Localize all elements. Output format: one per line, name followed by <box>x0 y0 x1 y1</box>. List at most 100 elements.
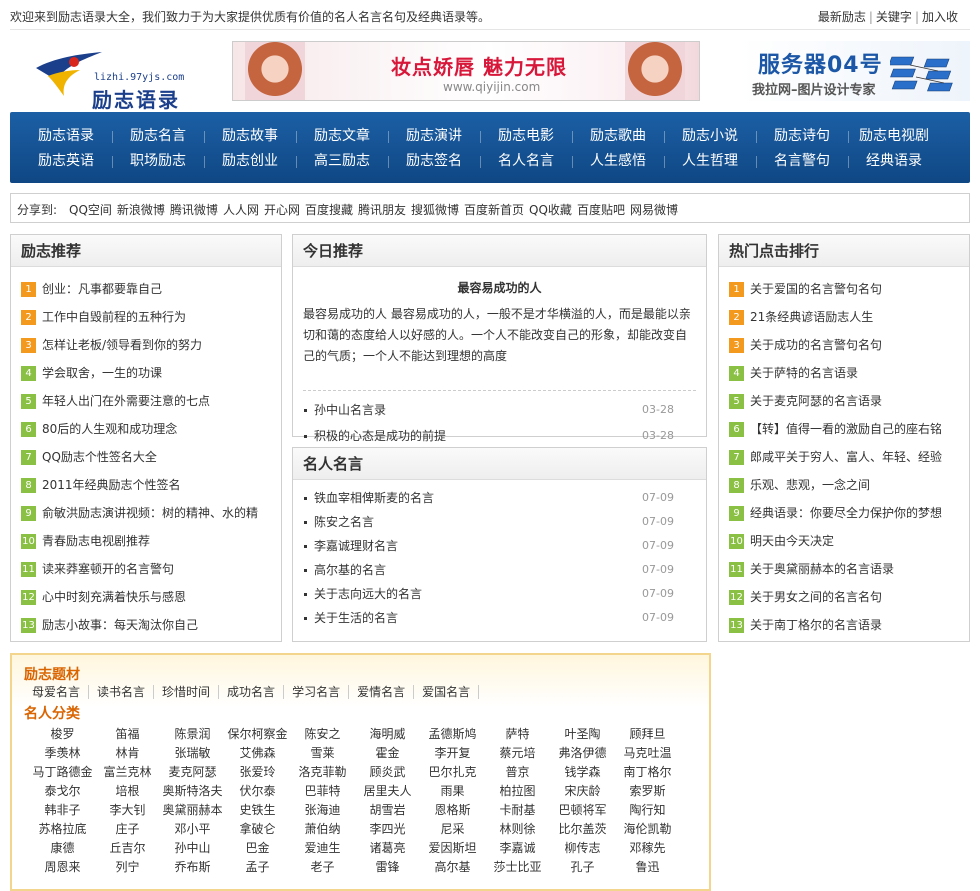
person-link[interactable]: 巴菲特 <box>290 782 355 801</box>
list-item[interactable]: 13 关于南丁格尔的名言语录 <box>729 611 969 639</box>
share-link[interactable]: 百度新首页 <box>464 203 524 217</box>
list-item-link[interactable]: 积极的心态是成功的前提 <box>314 429 446 443</box>
list-item[interactable]: 7 郎咸平关于穷人、富人、年轻、经验 <box>729 443 969 471</box>
keywords-link[interactable]: 关键字 <box>876 10 912 24</box>
list-item[interactable]: 3 怎样让老板/领导看到你的努力 <box>21 331 281 359</box>
list-item-link[interactable]: 怎样让老板/领导看到你的努力 <box>42 338 202 352</box>
person-link[interactable]: 柳传志 <box>550 839 615 858</box>
share-link[interactable]: 搜狐微博 <box>411 203 459 217</box>
topic-link[interactable]: 读书名言 <box>89 685 155 699</box>
topic-link[interactable]: 爱情名言 <box>349 685 415 699</box>
share-link[interactable]: QQ收藏 <box>529 203 572 217</box>
server-ad-banner[interactable]: 服务器04号 我拉网–图片设计专家 <box>740 41 970 101</box>
list-item-link[interactable]: 工作中自毁前程的五种行为 <box>42 310 186 324</box>
list-item[interactable]: 10 青春励志电视剧推荐 <box>21 527 281 555</box>
list-item-link[interactable]: 创业：凡事都要靠自己 <box>42 282 162 296</box>
person-link[interactable]: 孟德斯鸠 <box>420 725 485 744</box>
topic-link[interactable]: 母爱名言 <box>32 685 90 699</box>
person-link[interactable]: 丘吉尔 <box>95 839 160 858</box>
person-link[interactable]: 李大钊 <box>95 801 160 820</box>
person-link[interactable]: 邓小平 <box>160 820 225 839</box>
list-item-link[interactable]: 心中时刻充满着快乐与感恩 <box>42 590 186 604</box>
nav-item[interactable]: 经典语录 <box>848 149 940 174</box>
person-link[interactable]: 孙中山 <box>160 839 225 858</box>
nav-item[interactable]: 励志名言 <box>112 124 204 149</box>
list-item-link[interactable]: 读来莽塞顿开的名言警句 <box>42 562 174 576</box>
list-item[interactable]: 高尔基的名言 07-09 <box>303 558 696 582</box>
list-item[interactable]: 9 俞敏洪励志演讲视频：树的精神、水的精 <box>21 499 281 527</box>
person-link[interactable]: 卡耐基 <box>485 801 550 820</box>
person-link[interactable]: 鲁迅 <box>615 858 680 877</box>
today-headline[interactable]: 最容易成功的人 <box>293 279 706 296</box>
person-link[interactable]: 陈景润 <box>160 725 225 744</box>
list-item[interactable]: 3 关于成功的名言警句名句 <box>729 331 969 359</box>
nav-item[interactable]: 励志演讲 <box>388 124 480 149</box>
person-link[interactable]: 比尔盖茨 <box>550 820 615 839</box>
person-link[interactable]: 霍金 <box>355 744 420 763</box>
nav-item[interactable]: 人生哲理 <box>664 149 756 174</box>
list-item-link[interactable]: 关于成功的名言警句名句 <box>750 338 882 352</box>
list-item[interactable]: 铁血宰相俾斯麦的名言 07-09 <box>303 486 696 510</box>
person-link[interactable]: 巴顿将军 <box>550 801 615 820</box>
person-link[interactable]: 萧伯纳 <box>290 820 355 839</box>
person-link[interactable]: 诸葛亮 <box>355 839 420 858</box>
person-link[interactable]: 李四光 <box>355 820 420 839</box>
topic-link[interactable]: 学习名言 <box>284 685 350 699</box>
list-item-link[interactable]: 李嘉诚理财名言 <box>314 539 398 553</box>
person-link[interactable]: 尼采 <box>420 820 485 839</box>
person-link[interactable]: 胡雪岩 <box>355 801 420 820</box>
person-link[interactable]: 弗洛伊德 <box>550 744 615 763</box>
person-link[interactable]: 老子 <box>290 858 355 877</box>
list-item[interactable]: 8 2011年经典励志个性签名 <box>21 471 281 499</box>
list-item-link[interactable]: 年轻人出门在外需要注意的七点 <box>42 394 210 408</box>
person-link[interactable]: 莎士比亚 <box>485 858 550 877</box>
person-link[interactable]: 南丁格尔 <box>615 763 680 782</box>
list-item-link[interactable]: 郎咸平关于穷人、富人、年轻、经验 <box>750 450 942 464</box>
list-item[interactable]: 5 年轻人出门在外需要注意的七点 <box>21 387 281 415</box>
share-link[interactable]: 人人网 <box>223 203 259 217</box>
share-link[interactable]: 腾讯朋友 <box>358 203 406 217</box>
list-item[interactable]: 9 经典语录：你要尽全力保护你的梦想 <box>729 499 969 527</box>
person-link[interactable]: 钱学森 <box>550 763 615 782</box>
person-link[interactable]: 雷锋 <box>355 858 420 877</box>
topic-link[interactable]: 成功名言 <box>219 685 285 699</box>
nav-item[interactable]: 励志电视剧 <box>848 124 940 149</box>
share-link[interactable]: QQ空间 <box>69 203 112 217</box>
nav-item[interactable]: 励志文章 <box>296 124 388 149</box>
person-link[interactable]: 李嘉诚 <box>485 839 550 858</box>
person-link[interactable]: 雨果 <box>420 782 485 801</box>
person-link[interactable]: 史铁生 <box>225 801 290 820</box>
list-item[interactable]: 4 关于萨特的名言语录 <box>729 359 969 387</box>
nav-item[interactable]: 励志故事 <box>204 124 296 149</box>
list-item-link[interactable]: 【转】值得一看的激励自己的座右铭 <box>750 422 942 436</box>
list-item[interactable]: 13 励志小故事：每天淘汰你自己 <box>21 611 281 639</box>
person-link[interactable]: 泰戈尔 <box>30 782 95 801</box>
person-link[interactable]: 马克吐温 <box>615 744 680 763</box>
nav-item[interactable]: 名言警句 <box>756 149 848 174</box>
list-item[interactable]: 1 关于爱国的名言警句名句 <box>729 275 969 303</box>
person-link[interactable]: 张爱玲 <box>225 763 290 782</box>
add-favorite-link[interactable]: 加入收 <box>922 10 958 24</box>
list-item-link[interactable]: 青春励志电视剧推荐 <box>42 534 150 548</box>
list-item[interactable]: 积极的心态是成功的前提 03-28 <box>303 423 696 449</box>
list-item[interactable]: 2 21条经典谚语励志人生 <box>729 303 969 331</box>
list-item-link[interactable]: 关于萨特的名言语录 <box>750 366 858 380</box>
share-link[interactable]: 网易微博 <box>630 203 678 217</box>
person-link[interactable]: 普京 <box>485 763 550 782</box>
person-link[interactable]: 奥斯特洛夫 <box>160 782 225 801</box>
list-item[interactable]: 关于志向远大的名言 07-09 <box>303 582 696 606</box>
person-link[interactable]: 孟子 <box>225 858 290 877</box>
lipstick-ad-banner[interactable]: 妆点娇唇 魅力无限 www.qiyijin.com <box>232 41 700 101</box>
list-item-link[interactable]: 关于麦克阿瑟的名言语录 <box>750 394 882 408</box>
person-link[interactable]: 顾炎武 <box>355 763 420 782</box>
list-item[interactable]: 李嘉诚理财名言 07-09 <box>303 534 696 558</box>
person-link[interactable]: 乔布斯 <box>160 858 225 877</box>
person-link[interactable]: 顾拜旦 <box>615 725 680 744</box>
person-link[interactable]: 爱因斯坦 <box>420 839 485 858</box>
person-link[interactable]: 张海迪 <box>290 801 355 820</box>
person-link[interactable]: 洛克菲勒 <box>290 763 355 782</box>
list-item-link[interactable]: 学会取舍，一生的功课 <box>42 366 162 380</box>
person-link[interactable]: 巴尔扎克 <box>420 763 485 782</box>
person-link[interactable]: 海伦凯勒 <box>615 820 680 839</box>
topic-link[interactable]: 爱国名言 <box>414 685 480 699</box>
